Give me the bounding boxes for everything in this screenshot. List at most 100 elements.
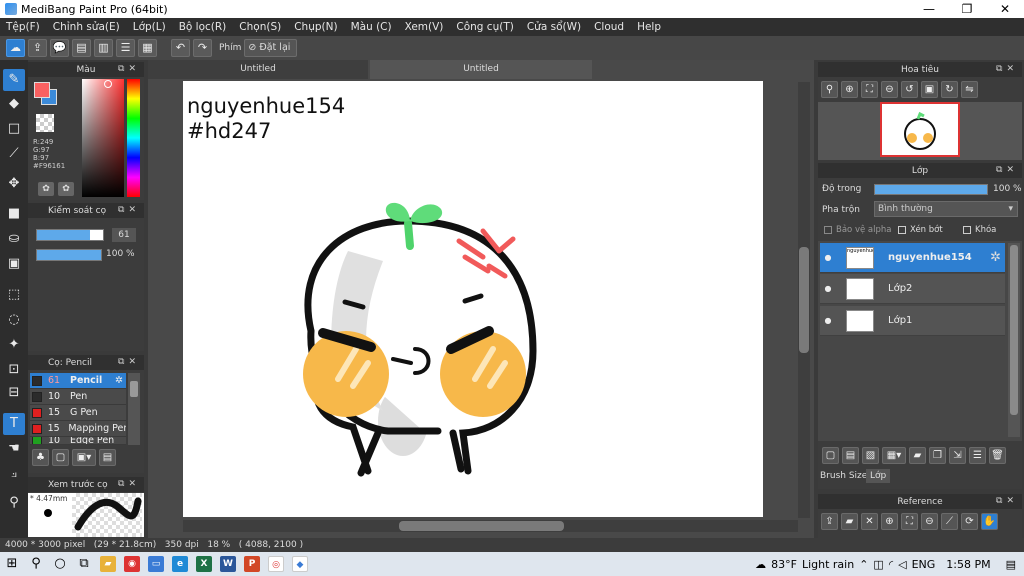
rotate-right-icon[interactable]: ↻	[941, 81, 958, 98]
rotate-left-icon[interactable]: ↺	[901, 81, 918, 98]
open-folder-icon[interactable]: ▰	[841, 513, 858, 530]
layer-opacity-slider[interactable]	[874, 184, 988, 195]
trash-icon[interactable]: 🗑	[989, 447, 1006, 464]
share-icon[interactable]: ⇪	[28, 39, 47, 57]
clock-time[interactable]: 1:58 PM	[946, 558, 990, 571]
new-layer-8bit-icon[interactable]: ▤	[842, 447, 859, 464]
zoom-out-icon[interactable]: ⊖	[881, 81, 898, 98]
ref-zoom-in-icon[interactable]: ⊕	[881, 513, 898, 530]
cortana-icon[interactable]: ○	[48, 552, 72, 576]
main-color-swatch[interactable]	[34, 82, 50, 98]
upload-icon[interactable]: ⇪	[821, 513, 838, 530]
duplicate-layer-icon[interactable]: ❐	[929, 447, 946, 464]
ref-rotate-icon[interactable]: ⟳	[961, 513, 978, 530]
ref-fit-icon[interactable]: ⛶	[901, 513, 918, 530]
panel-controls-icon[interactable]: ⧉✕	[118, 479, 140, 489]
menu-view[interactable]: Xem(V)	[399, 21, 451, 33]
panel-controls-icon[interactable]: ⧉✕	[118, 357, 140, 367]
brush-size-value[interactable]: 61	[112, 228, 136, 242]
menu-tools[interactable]: Công cụ(T)	[450, 21, 520, 33]
app-red-icon[interactable]: ◉	[124, 556, 140, 572]
minimize-button[interactable]: —	[910, 2, 948, 16]
dot-brush-icon[interactable]: ⟋	[3, 143, 25, 165]
tray-chevron-icon[interactable]: ⌃	[859, 558, 868, 571]
weather-text[interactable]: Light rain	[802, 558, 854, 571]
vertical-scrollbar[interactable]	[798, 82, 810, 518]
grid-icon[interactable]: ▦	[138, 39, 157, 57]
panel-controls-icon[interactable]: ⧉✕	[996, 165, 1018, 175]
hand-icon[interactable]: ⚲	[3, 492, 25, 514]
brush-item-pen[interactable]: 10 Pen	[30, 389, 126, 405]
medibang-icon[interactable]: ◆	[292, 556, 308, 572]
tab-untitled-1[interactable]: Untitled	[148, 60, 368, 79]
drawing-canvas[interactable]: nguyenhue154 #hd247	[183, 81, 763, 517]
windows-start-icon[interactable]: ⊞	[0, 552, 24, 576]
network-icon[interactable]: ◫	[873, 558, 883, 571]
undo-icon[interactable]: ↶	[171, 39, 190, 57]
menu-cloud[interactable]: Cloud	[588, 21, 631, 33]
brush-item-mapping-pen[interactable]: 15 Mapping Pen	[30, 421, 126, 437]
brush-item-edge-pen[interactable]: 10 Edge Pen	[30, 437, 126, 445]
dropper-icon[interactable]: ⟓	[3, 463, 25, 485]
brush-new-icon[interactable]: ▢	[52, 449, 69, 466]
notifications-icon[interactable]: ▤	[1006, 558, 1016, 571]
eraser-tool-icon[interactable]: ◆	[3, 93, 25, 115]
actual-size-icon[interactable]: ▣	[921, 81, 938, 98]
operation-tool-icon[interactable]: ☚	[3, 438, 25, 460]
gear-icon[interactable]: ✲	[990, 250, 1001, 265]
panel-controls-icon[interactable]: ⧉✕	[996, 64, 1018, 74]
select-eraser-icon[interactable]: ⊟	[3, 382, 25, 404]
protect-alpha-checkbox[interactable]: Bảo vệ alpha	[824, 225, 891, 235]
volume-icon[interactable]: ◁	[898, 558, 906, 571]
layer-row-nguyenhue154[interactable]: ● nguyenhue154 nguyenhue154 ✲	[820, 243, 1005, 273]
excel-icon[interactable]: X	[196, 556, 212, 572]
close-button[interactable]: ✕	[986, 2, 1024, 16]
layer-menu-icon[interactable]: ☰	[969, 447, 986, 464]
task-view-icon[interactable]: ⧉	[72, 552, 96, 576]
brush-item-g-pen[interactable]: 15 G Pen	[30, 405, 126, 421]
brush-opacity-slider[interactable]	[36, 249, 102, 261]
ref-zoom-out-icon[interactable]: ⊖	[921, 513, 938, 530]
redo-icon[interactable]: ↷	[193, 39, 212, 57]
layer-scrollbar[interactable]	[1008, 243, 1020, 437]
layer-row-lop2[interactable]: ● Lớp2	[820, 274, 1005, 304]
document-icon[interactable]: ▥	[94, 39, 113, 57]
zoom-in-icon[interactable]: ⊕	[841, 81, 858, 98]
brush-size-slider[interactable]	[36, 229, 104, 241]
word-icon[interactable]: W	[220, 556, 236, 572]
menu-help[interactable]: Help	[631, 21, 668, 33]
saturation-picker[interactable]	[82, 79, 124, 197]
cloud-icon[interactable]: ☁	[6, 39, 25, 57]
powerpoint-icon[interactable]: P	[244, 556, 260, 572]
visibility-icon[interactable]: ●	[820, 253, 836, 262]
brush-menu-icon[interactable]: ▣▾	[72, 449, 96, 466]
ref-hand-icon[interactable]: ✋	[981, 513, 998, 530]
gear-icon[interactable]: ✲	[115, 375, 123, 386]
panel-controls-icon[interactable]: ⧉✕	[118, 205, 140, 215]
merge-down-icon[interactable]: ⇲	[949, 447, 966, 464]
new-layer-1bit-icon[interactable]: ▧	[862, 447, 879, 464]
comment-icon[interactable]: 💬	[50, 39, 69, 57]
edge-icon[interactable]: e	[172, 556, 188, 572]
lasso-icon[interactable]: ◌	[3, 309, 25, 331]
brush-settings-icon[interactable]: ▤	[99, 449, 116, 466]
palette-add-icon[interactable]: ✿	[58, 182, 74, 196]
menu-window[interactable]: Cửa sổ(W)	[521, 21, 588, 33]
list-icon[interactable]: ☰	[116, 39, 135, 57]
horizontal-scrollbar[interactable]	[183, 520, 798, 532]
brush-tool-icon[interactable]: ✎	[3, 69, 25, 91]
clipping-checkbox[interactable]: Xén bớt	[898, 225, 943, 235]
brush-add-icon[interactable]: ♣	[32, 449, 49, 466]
close-ref-icon[interactable]: ✕	[861, 513, 878, 530]
search-icon[interactable]: ⚲	[24, 552, 48, 576]
fit-icon[interactable]: ⛶	[861, 81, 878, 98]
chrome-icon[interactable]: ◎	[268, 556, 284, 572]
menu-filter[interactable]: Bộ lọc(R)	[173, 21, 234, 33]
layer-tab[interactable]: Lớp	[866, 469, 891, 483]
magic-wand-icon[interactable]: ✦	[3, 334, 25, 356]
menu-file[interactable]: Tệp(F)	[0, 21, 47, 33]
blend-select[interactable]: Bình thường ▾	[874, 201, 1018, 217]
undo-all-button[interactable]: ⊘ Đặt lại	[244, 39, 298, 57]
new-layer-icon[interactable]: ▢	[822, 447, 839, 464]
gradient-icon[interactable]: ▣	[3, 253, 25, 275]
